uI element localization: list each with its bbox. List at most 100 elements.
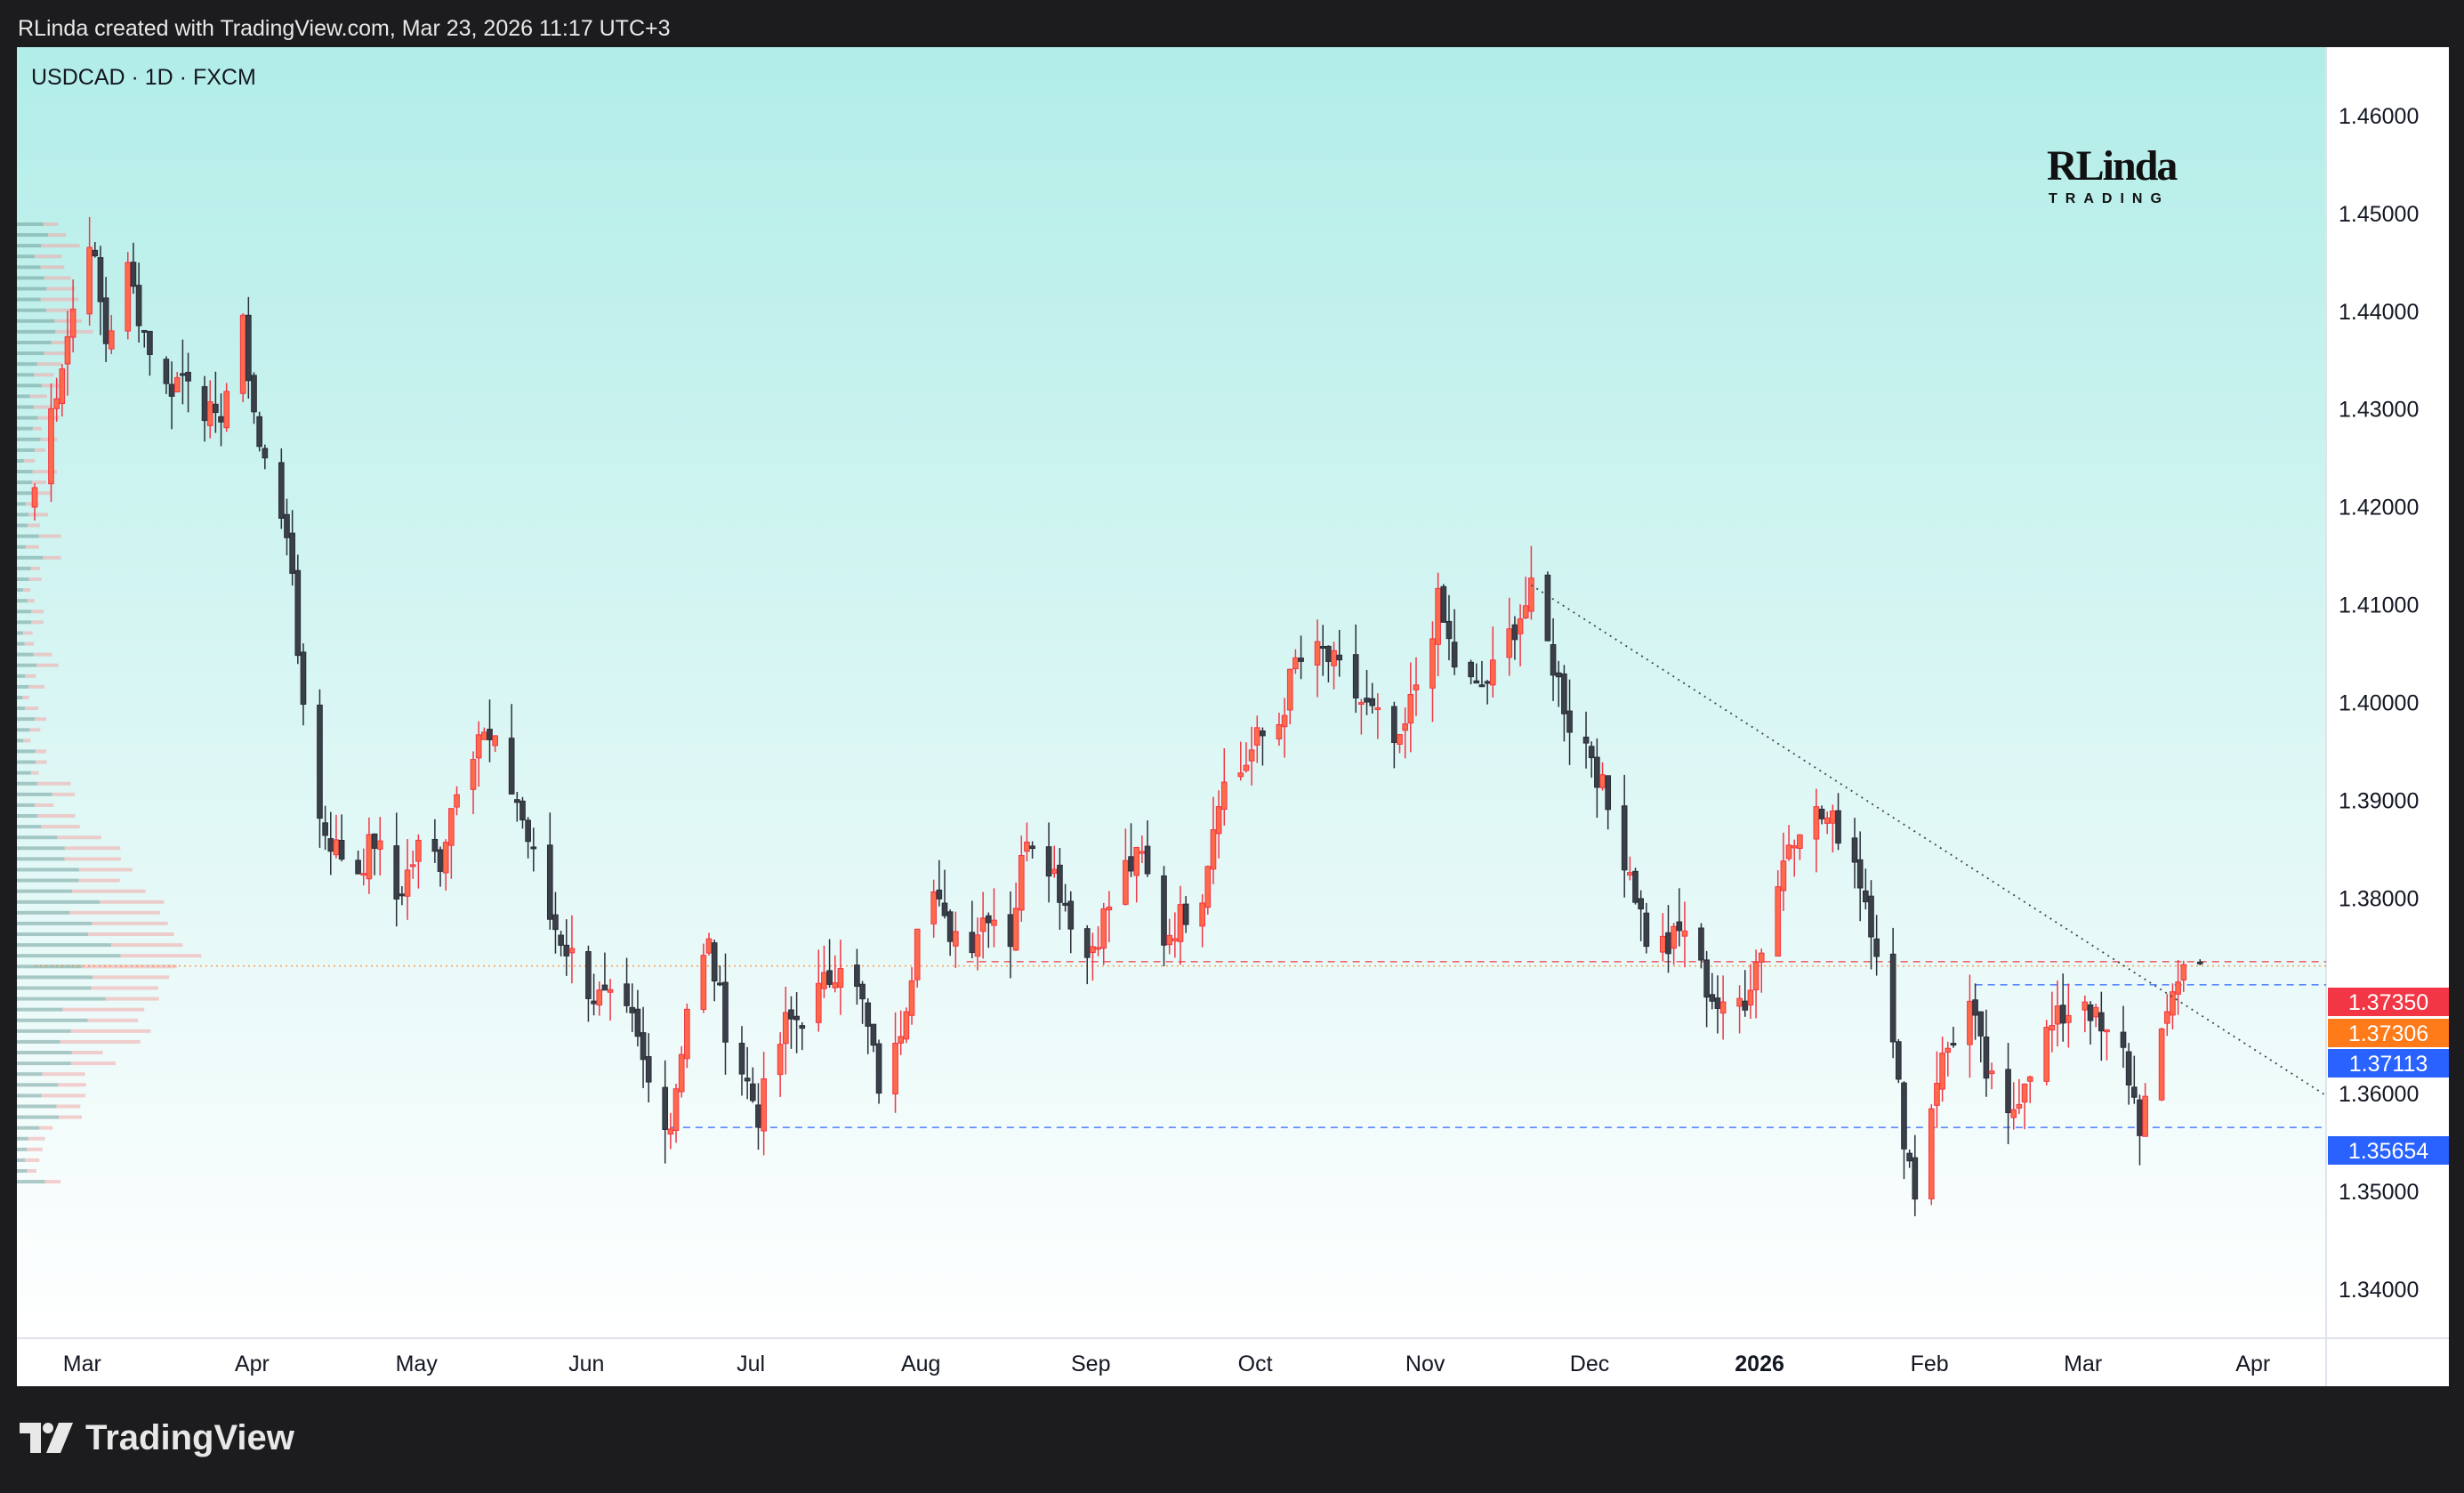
time-tick-label: Feb: [1911, 1352, 1949, 1376]
vp-bar-up: [17, 1136, 28, 1141]
vp-bar-down: [62, 1007, 145, 1012]
candle-body: [1407, 693, 1414, 724]
candle-body: [2196, 961, 2203, 964]
candle-body: [487, 729, 493, 740]
candle-body: [1511, 624, 1518, 641]
tradingview-logo[interactable]: TradingView: [20, 1418, 294, 1457]
candle-body: [300, 651, 307, 706]
candle-body: [86, 246, 93, 315]
candle-body: [1988, 1070, 1995, 1075]
rlinda-logo-subtext: TRADING: [2049, 191, 2170, 206]
candle-body: [1742, 1000, 1749, 1011]
vp-bar-down: [46, 286, 76, 291]
candle-body: [826, 970, 833, 985]
chart-frame[interactable]: 1.46000 1.45000 1.44000 1.43000 1.42000 1.410…: [17, 47, 2449, 1386]
candle-body: [1950, 1043, 1957, 1046]
vp-bar-up: [17, 566, 31, 570]
candle-body: [1681, 930, 1688, 937]
candle-body: [624, 983, 630, 1006]
candle-body: [1665, 932, 1671, 955]
candle-body: [1671, 925, 1677, 949]
candle-body: [470, 759, 477, 790]
vp-bar-down: [39, 1126, 53, 1130]
candle-body: [201, 386, 208, 422]
vp-bar-up: [17, 308, 46, 312]
candle-body: [870, 1023, 877, 1046]
vp-bar-up: [17, 222, 44, 226]
candle-body: [761, 1078, 767, 1132]
vp-bar-up: [17, 1039, 60, 1044]
candle-body: [1468, 661, 1474, 678]
vp-bar-down: [58, 1083, 86, 1087]
candle-body: [2158, 1028, 2165, 1101]
candle-body: [1555, 672, 1562, 678]
vp-bar-down: [36, 362, 62, 367]
symbol-legend[interactable]: USDCAD · 1D · FXCM: [31, 65, 256, 91]
time-tick-label: May: [396, 1352, 439, 1376]
candle-body: [1248, 749, 1255, 762]
vp-bar-down: [33, 652, 52, 657]
vp-bar-down: [71, 889, 146, 893]
candle-body: [1123, 859, 1129, 905]
vp-bar-down: [40, 265, 65, 270]
vp-bar-up: [17, 921, 93, 925]
vp-bar-up: [17, 674, 26, 678]
candle-body: [1364, 698, 1370, 703]
vp-bar-up: [17, 760, 36, 764]
vp-bar-down: [57, 835, 101, 840]
time-tick-label: Mar: [2064, 1352, 2102, 1376]
chart-canvas[interactable]: 1.46000 1.45000 1.44000 1.43000 1.42000 1.410…: [17, 47, 2449, 1386]
candle-body: [832, 982, 839, 989]
candle-body: [1703, 959, 1710, 998]
candle-body: [1133, 846, 1140, 876]
candle-body: [1445, 620, 1453, 640]
vp-bar-down: [93, 975, 170, 980]
candle-body: [404, 869, 411, 897]
candle-body: [108, 330, 115, 350]
candle-body: [985, 915, 992, 924]
candle-body: [102, 297, 109, 344]
candle-body: [1489, 659, 1496, 686]
vp-bar-up: [17, 954, 121, 958]
vp-bar-down: [44, 1180, 61, 1184]
candle-body: [448, 808, 455, 846]
candle-body: [92, 249, 99, 257]
time-tick-label: Aug: [901, 1352, 940, 1376]
time-tick-label: 2026: [1735, 1352, 1784, 1376]
candle-body: [1835, 810, 1841, 844]
vp-bar-up: [17, 1018, 88, 1022]
vp-bar-up: [17, 512, 29, 517]
vp-bar-up: [17, 233, 49, 238]
candle-body: [914, 928, 921, 981]
candle-body: [793, 1015, 800, 1021]
price-labels: 1.37350 1.37306 1.37113 1.35654: [2328, 988, 2449, 1165]
candle-body: [278, 462, 285, 519]
candle-body: [1791, 845, 1798, 849]
candle-body: [1325, 645, 1332, 662]
candle-body: [206, 401, 213, 426]
time-tick-label: Mar: [63, 1352, 101, 1376]
vp-bar-up: [17, 975, 93, 980]
candle-body: [1374, 707, 1381, 711]
vp-bar-down: [33, 405, 52, 409]
vp-bar-up: [17, 814, 38, 819]
vp-bar-down: [43, 555, 61, 560]
candle-body: [284, 513, 290, 538]
vp-bar-down: [70, 1029, 151, 1033]
candle-body: [875, 1043, 882, 1094]
vp-bar-down: [41, 244, 80, 248]
candle-body: [678, 1053, 685, 1093]
candle-body: [1029, 845, 1035, 850]
vp-bar-down: [23, 738, 31, 743]
candle-body: [1714, 997, 1721, 1009]
vp-bar-down: [71, 1051, 103, 1055]
vp-bar-up: [17, 868, 79, 872]
chart-caption: RLinda created with TradingView.com, Mar…: [18, 16, 671, 41]
vp-bar-down: [92, 921, 168, 925]
time-tick-label: Apr: [2235, 1352, 2270, 1376]
candle-body: [1007, 914, 1014, 948]
vp-bar-up: [17, 329, 56, 334]
candle-body: [2049, 1025, 2056, 1031]
vp-bar-down: [105, 997, 159, 1001]
candle-body: [530, 846, 537, 850]
